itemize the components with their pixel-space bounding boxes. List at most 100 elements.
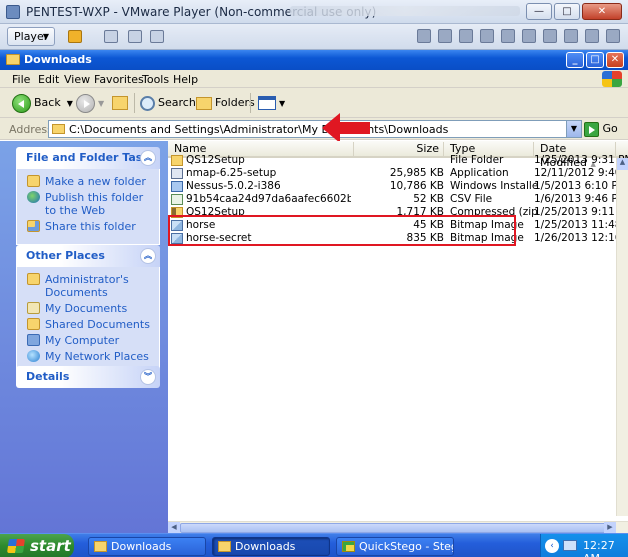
- link-label: My Computer: [45, 334, 120, 347]
- address-dropdown-button[interactable]: ▼: [566, 121, 581, 137]
- folder-icon: [218, 541, 231, 552]
- network-tray-icon[interactable]: [563, 540, 577, 551]
- minimize-button[interactable]: _: [566, 52, 584, 68]
- up-folder-icon: [112, 96, 128, 110]
- floppy-icon[interactable]: [480, 29, 494, 43]
- sound-icon[interactable]: [522, 29, 536, 43]
- file-row[interactable]: Nessus-5.0.2-i386 10,786 KB Windows Inst…: [168, 180, 628, 193]
- up-folder-button[interactable]: [112, 93, 131, 113]
- go-button[interactable]: Go: [584, 121, 624, 137]
- vmware-close-button[interactable]: ✕: [582, 3, 622, 20]
- taskbar-button-downloads-active[interactable]: Downloads: [212, 537, 330, 556]
- scroll-left-icon[interactable]: ◀: [168, 522, 180, 533]
- menu-view[interactable]: View: [64, 73, 90, 86]
- globe-icon: [27, 191, 40, 203]
- menu-edit[interactable]: Edit: [38, 73, 59, 86]
- cdrom-icon[interactable]: [438, 29, 452, 43]
- expand-icon[interactable]: ︾: [140, 369, 156, 385]
- file-date: 12/11/2012 9:40 PM: [534, 167, 628, 179]
- panel-header[interactable]: File and Folder Tasks ︽: [16, 147, 160, 169]
- publish-folder-link[interactable]: Publish this folder to the Web: [27, 191, 151, 217]
- maximize-button[interactable]: □: [586, 52, 604, 68]
- link-label: Shared Documents: [45, 318, 150, 331]
- collapse-icon[interactable]: ︽: [140, 150, 156, 166]
- annotation-arrow: [322, 113, 370, 143]
- stretch-icon[interactable]: [585, 29, 599, 43]
- chevron-down-icon[interactable]: ▼: [98, 99, 104, 108]
- scroll-up-icon[interactable]: ▲: [617, 158, 628, 170]
- vertical-scrollbar[interactable]: ▲: [616, 158, 628, 516]
- menu-help[interactable]: Help: [173, 73, 198, 86]
- back-button[interactable]: Back ▼: [12, 93, 73, 113]
- chevron-down-icon[interactable]: ▼: [67, 99, 73, 108]
- printer-icon[interactable]: [543, 29, 557, 43]
- file-name: Nessus-5.0.2-i386: [186, 180, 281, 192]
- details-panel: Details ︾: [16, 366, 160, 388]
- administrators-documents-link[interactable]: Administrator's Documents: [27, 273, 151, 299]
- taskbar-button-quickstego[interactable]: QuickStego - Stegano...: [336, 537, 454, 556]
- toolbar-separator: [250, 93, 251, 113]
- vmware-titlebar: PENTEST-WXP - VMware Player (Non-commerc…: [0, 0, 628, 24]
- send-ctrl-alt-del-icon[interactable]: [104, 30, 118, 43]
- windows-logo-icon: [602, 71, 622, 87]
- taskbar-button-downloads[interactable]: Downloads: [88, 537, 206, 556]
- share-folder-link[interactable]: Share this folder: [27, 220, 151, 233]
- shared-documents-link[interactable]: Shared Documents: [27, 318, 151, 331]
- show-hidden-icons-chevron-icon[interactable]: ‹: [545, 539, 559, 553]
- other-places-panel: Other Places ︽ Administrator's Documents…: [16, 245, 160, 375]
- link-label: Make a new folder: [45, 175, 146, 188]
- file-row[interactable]: QS12Setup File Folder 1/25/2013 9:31 PM: [168, 154, 628, 167]
- link-label: Administrator's Documents: [45, 273, 129, 299]
- file-row[interactable]: nmap-6.25-setup 25,985 KB Application 12…: [168, 167, 628, 180]
- unity-icon[interactable]: [150, 30, 164, 43]
- share-folder-icon: [27, 220, 40, 232]
- views-icon: [258, 96, 276, 110]
- scroll-right-icon[interactable]: ▶: [604, 522, 616, 533]
- menu-tools[interactable]: Tools: [142, 73, 169, 86]
- system-tray: ‹ 12:27 AM: [540, 534, 628, 557]
- horizontal-scrollbar[interactable]: ◀ ▶: [168, 521, 628, 533]
- annotation-highlight-box: [168, 215, 516, 246]
- folder-icon: [6, 54, 20, 65]
- task-pane: File and Folder Tasks ︽ Make a new folde…: [0, 141, 168, 533]
- start-button[interactable]: start: [0, 534, 74, 557]
- my-documents-link[interactable]: My Documents: [27, 302, 151, 315]
- clock[interactable]: 12:27 AM: [583, 539, 628, 557]
- file-type: CSV File: [450, 193, 493, 205]
- vmware-maximize-button[interactable]: □: [554, 3, 580, 20]
- vmware-minimize-button[interactable]: —: [526, 3, 552, 20]
- scroll-thumb[interactable]: [180, 523, 608, 533]
- forward-devices-icon[interactable]: [417, 29, 431, 43]
- views-button[interactable]: ▼: [258, 93, 285, 113]
- file-folder-tasks-panel: File and Folder Tasks ︽ Make a new folde…: [16, 147, 160, 245]
- forward-button[interactable]: ▼: [76, 93, 104, 113]
- network-adapter-icon[interactable]: [459, 29, 473, 43]
- menu-file[interactable]: File: [12, 73, 30, 86]
- vmware-app-icon: [6, 5, 20, 19]
- pause-icon[interactable]: [68, 30, 82, 43]
- folders-icon: [196, 96, 212, 110]
- close-button[interactable]: ✕: [606, 52, 624, 68]
- player-menu-button[interactable]: Player ▼: [7, 27, 55, 46]
- folders-label: Folders: [215, 96, 255, 109]
- file-name: QS12Setup: [186, 154, 245, 166]
- collapse-icon[interactable]: ︽: [140, 248, 156, 264]
- panel-title: Details: [26, 370, 70, 383]
- file-row[interactable]: 91b54caa24d97da6aafec6602b024b0f.csv 52 …: [168, 193, 628, 206]
- file-size: 10,786 KB: [389, 180, 444, 192]
- message-icon[interactable]: [564, 29, 578, 43]
- search-button[interactable]: Search: [140, 93, 196, 113]
- menu-favorites[interactable]: Favorites: [94, 73, 144, 86]
- link-label: Share this folder: [45, 220, 136, 233]
- fullscreen-icon[interactable]: [128, 30, 142, 43]
- panel-header[interactable]: Details ︾: [16, 366, 160, 388]
- my-computer-link[interactable]: My Computer: [27, 334, 151, 347]
- usb-icon[interactable]: [501, 29, 515, 43]
- make-new-folder-link[interactable]: Make a new folder: [27, 175, 151, 188]
- file-type: File Folder: [450, 154, 504, 166]
- folders-button[interactable]: Folders: [196, 93, 255, 113]
- my-network-places-link[interactable]: My Network Places: [27, 350, 151, 363]
- panel-header[interactable]: Other Places ︽: [16, 245, 160, 267]
- address-input[interactable]: C:\Documents and Settings\Administrator\…: [48, 120, 582, 138]
- bluetooth-icon[interactable]: [606, 29, 620, 43]
